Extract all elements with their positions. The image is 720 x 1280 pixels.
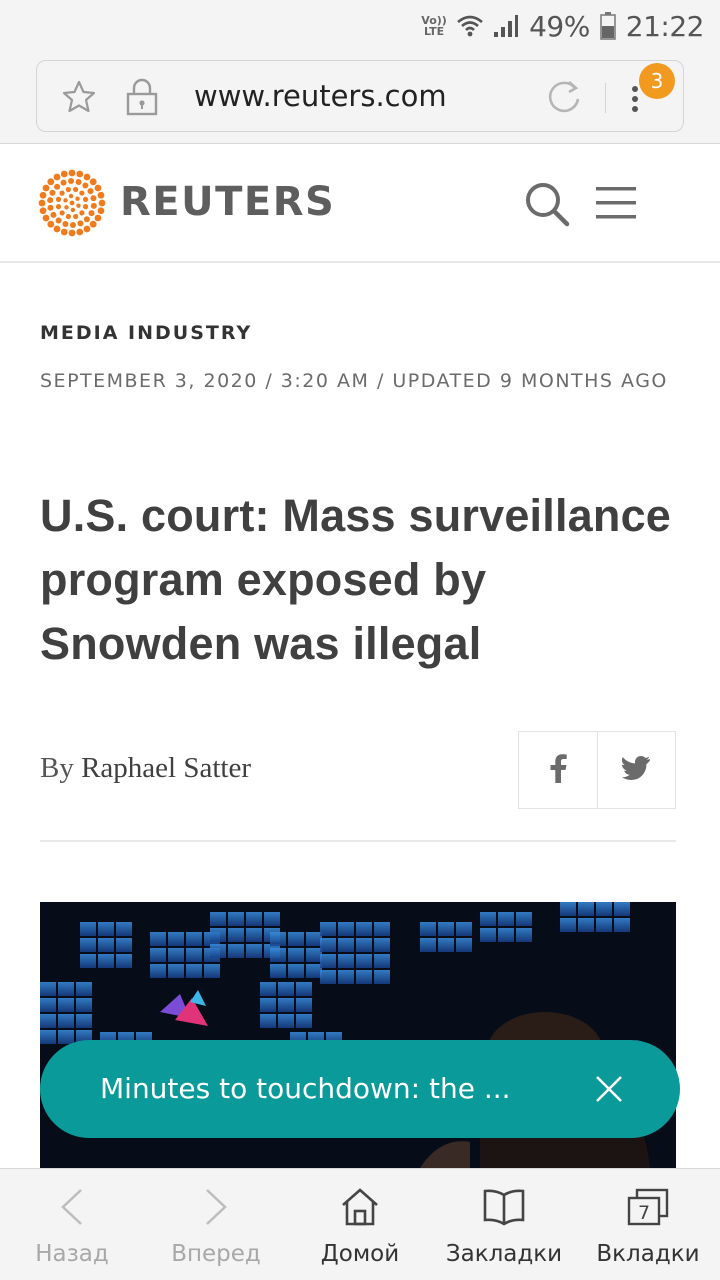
nav-home-label: Домой [320, 1241, 400, 1267]
tabs-count: 7 [638, 1202, 650, 1224]
nav-bookmarks-label: Закладки [445, 1241, 563, 1267]
toast-message[interactable]: Minutes to touchdown: the ... [100, 1072, 511, 1105]
nav-tabs-button[interactable]: 7 Вкладки [576, 1169, 720, 1280]
address-bar-divider [605, 83, 606, 113]
home-icon [340, 1187, 380, 1227]
status-icons: Vo)) LTE 49% 21:22 [421, 8, 704, 44]
address-bar[interactable]: www.reuters.com 3 [36, 60, 684, 132]
lock-icon[interactable] [125, 78, 159, 121]
article-headline: U.S. court: Mass surveillance program ex… [40, 490, 672, 669]
notification-toast[interactable]: Minutes to touchdown: the ... [40, 1040, 680, 1138]
tabs-icon: 7 [627, 1187, 669, 1227]
author-name[interactable]: Raphael Satter [81, 752, 251, 784]
battery-icon [600, 12, 616, 40]
reuters-logo-icon[interactable] [38, 169, 106, 242]
browser-bottom-nav: Назад Вперед Домой Закладки 7 Вкладки [0, 1168, 720, 1280]
site-logo[interactable]: REUTERS [120, 179, 335, 225]
forward-arrow-icon [203, 1187, 229, 1227]
nav-bookmarks-button[interactable]: Закладки [432, 1169, 576, 1280]
nav-back-button[interactable]: Назад [0, 1169, 144, 1280]
article-dateline: SEPTEMBER 3, 2020 / 3:20 AM / UPDATED 9 … [40, 370, 668, 392]
reload-icon[interactable] [545, 78, 583, 121]
facebook-icon [547, 753, 569, 788]
browser-toolbar: www.reuters.com 3 [0, 52, 720, 144]
clock: 21:22 [625, 9, 705, 43]
wifi-icon [457, 14, 483, 38]
bookmarks-icon [483, 1187, 525, 1227]
menu-notification-badge[interactable]: 3 [639, 63, 675, 99]
close-icon[interactable] [594, 1074, 624, 1109]
twitter-share-button[interactable] [597, 732, 675, 808]
site-header: REUTERS [0, 145, 720, 263]
more-menu-icon[interactable] [629, 85, 641, 118]
facebook-share-button[interactable] [519, 732, 597, 808]
nav-forward-button[interactable]: Вперед [144, 1169, 288, 1280]
nav-forward-label: Вперед [171, 1241, 261, 1267]
share-buttons [518, 731, 676, 809]
section-label[interactable]: MEDIA INDUSTRY [40, 322, 252, 344]
byline: By Raphael Satter [40, 752, 251, 785]
search-icon[interactable] [524, 181, 570, 232]
back-arrow-icon [59, 1187, 85, 1227]
hamburger-menu-icon[interactable] [594, 183, 638, 228]
nav-tabs-label: Вкладки [596, 1241, 700, 1267]
signal-icon [493, 14, 519, 38]
nav-back-label: Назад [35, 1241, 109, 1267]
article-divider [40, 840, 676, 842]
volte-indicator: Vo)) LTE [421, 14, 447, 38]
status-bar: Vo)) LTE 49% 21:22 [0, 0, 720, 52]
nav-home-button[interactable]: Домой [288, 1169, 432, 1280]
star-icon[interactable] [61, 79, 97, 120]
battery-percent: 49% [529, 9, 590, 43]
url-text[interactable]: www.reuters.com [194, 79, 447, 113]
twitter-icon [621, 755, 652, 785]
byline-prefix: By [40, 752, 74, 784]
